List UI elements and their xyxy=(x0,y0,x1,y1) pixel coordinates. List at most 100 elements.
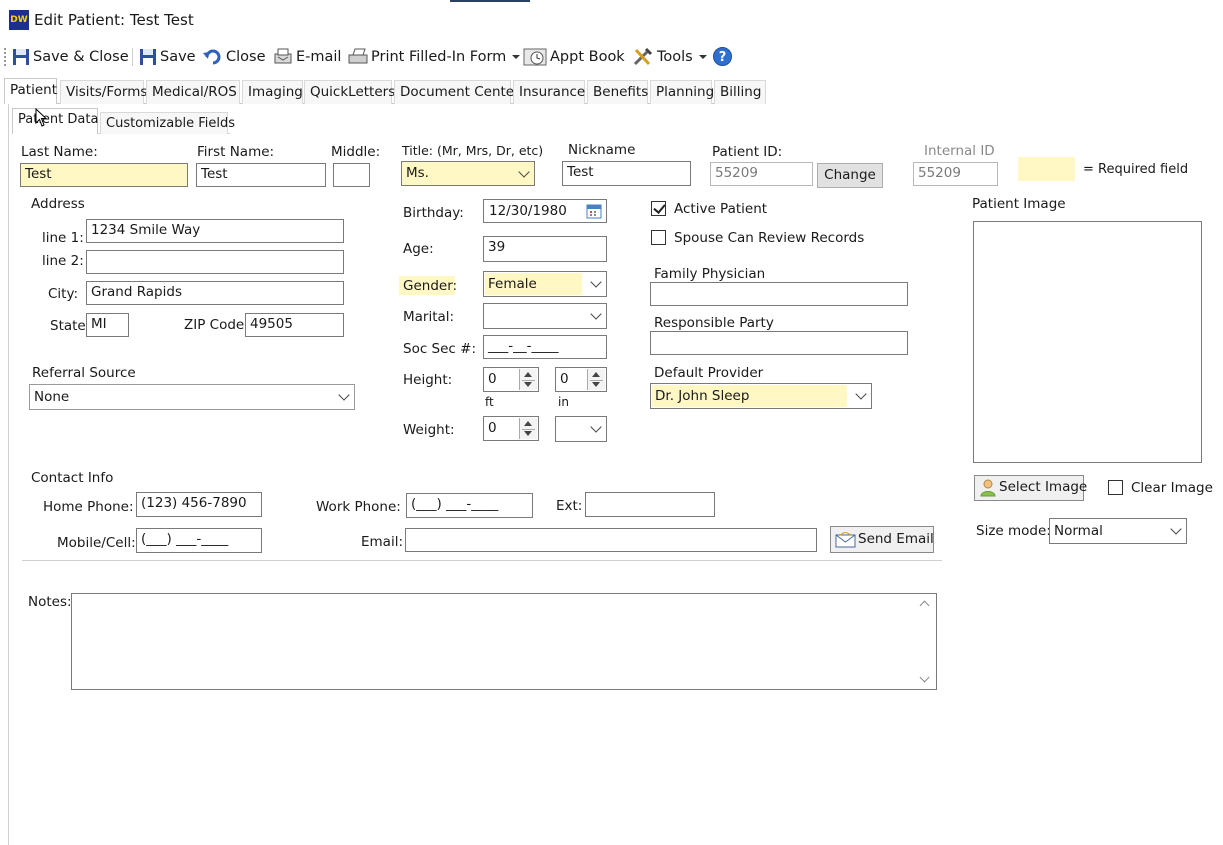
family-physician-label: Family Physician xyxy=(654,266,766,282)
close-button[interactable]: Close xyxy=(203,46,266,68)
gender-select-value: Female xyxy=(488,276,537,292)
height-in-stepper[interactable]: 0 xyxy=(555,367,607,392)
change-id-button[interactable]: Change xyxy=(817,163,883,188)
window-title: Edit Patient: Test Test xyxy=(34,11,194,29)
email-printer-icon xyxy=(274,48,292,64)
responsible-party-input[interactable] xyxy=(650,331,908,355)
referral-source-label: Referral Source xyxy=(32,365,136,381)
last-name-input[interactable]: Test xyxy=(20,163,188,187)
notes-scroll-up-icon[interactable] xyxy=(919,600,930,611)
select-image-button[interactable]: Select Image xyxy=(974,475,1088,501)
tab-quickletters[interactable]: QuickLetters xyxy=(304,80,395,104)
save-close-button[interactable]: Save & Close xyxy=(12,46,129,68)
notes-textarea[interactable] xyxy=(71,593,937,690)
title-bar: DW Edit Patient: Test Test xyxy=(0,0,1223,40)
weight-stepper[interactable]: 0 xyxy=(483,416,539,441)
calendar-icon[interactable] xyxy=(586,203,602,219)
first-name-input[interactable]: Test xyxy=(196,163,326,187)
tab-insurance[interactable]: Insurance xyxy=(513,80,585,104)
home-phone-input[interactable]: (123) 456-7890 xyxy=(136,492,262,517)
family-physician-input[interactable] xyxy=(650,282,908,306)
section-divider xyxy=(22,560,942,561)
spinner-arrows-icon[interactable] xyxy=(587,369,605,390)
notes-label: Notes: xyxy=(28,594,72,610)
tab-imaging[interactable]: Imaging xyxy=(242,80,303,104)
work-phone-input[interactable]: (___) ___-____ xyxy=(406,493,533,518)
height-in-value: 0 xyxy=(560,371,569,387)
select-image-label: Select Image xyxy=(999,479,1088,495)
patient-id-input: 55209 xyxy=(710,162,813,186)
email-button[interactable]: E-mail xyxy=(273,46,341,68)
chevron-down-icon xyxy=(1170,523,1182,535)
chevron-down-icon xyxy=(698,55,707,59)
active-patient-checkbox[interactable] xyxy=(651,201,666,216)
spouse-review-label: Spouse Can Review Records xyxy=(674,230,865,246)
tools-button[interactable]: Tools xyxy=(632,46,707,68)
mobile-input[interactable]: (___) ___-____ xyxy=(136,528,262,553)
tab-patient[interactable]: Patient xyxy=(4,78,57,104)
address-line2-input[interactable] xyxy=(86,250,344,274)
tab-medical-ros[interactable]: Medical/ROS xyxy=(146,80,240,104)
help-icon[interactable]: ? xyxy=(713,47,732,66)
spouse-review-checkbox[interactable] xyxy=(651,230,666,245)
birthday-input[interactable]: 12/30/1980 xyxy=(483,199,607,223)
city-input[interactable]: Grand Rapids xyxy=(86,281,344,305)
marital-select[interactable] xyxy=(483,303,607,329)
patient-image-box[interactable] xyxy=(973,221,1202,463)
tools-label: Tools xyxy=(657,49,693,65)
default-provider-select[interactable]: Dr. John Sleep xyxy=(650,383,872,409)
print-filled-form-button[interactable]: Print Filled-In Form xyxy=(348,46,521,68)
middle-name-label: Middle: xyxy=(331,144,381,160)
save-button[interactable]: Save xyxy=(139,46,196,68)
chevron-down-icon xyxy=(512,55,521,59)
tab-billing[interactable]: Billing xyxy=(714,80,766,104)
state-input[interactable]: MI xyxy=(86,313,129,337)
gender-select[interactable]: Female xyxy=(483,271,607,297)
responsible-party-label: Responsible Party xyxy=(654,315,774,331)
notes-scroll-down-icon[interactable] xyxy=(919,672,930,683)
nickname-input[interactable]: Test xyxy=(562,161,691,186)
referral-source-select[interactable]: None xyxy=(29,384,355,410)
tab-planning[interactable]: Planning xyxy=(650,80,714,104)
first-name-label: First Name: xyxy=(197,144,275,160)
email-input[interactable] xyxy=(405,528,817,552)
clear-image-label: Clear Image xyxy=(1131,480,1213,496)
address-line1-label: line 1: xyxy=(42,230,84,246)
birthday-value: 12/30/1980 xyxy=(489,203,567,219)
spinner-arrows-icon[interactable] xyxy=(519,418,537,439)
ext-input[interactable] xyxy=(585,492,715,517)
title-select[interactable]: Ms. xyxy=(401,161,535,186)
size-mode-select[interactable]: Normal xyxy=(1049,518,1187,544)
title-label: Title: (Mr, Mrs, Dr, etc) xyxy=(402,143,544,158)
tab-document-center[interactable]: Document Center xyxy=(394,80,520,104)
toolbar-grip xyxy=(4,48,6,66)
tab-visits-forms[interactable]: Visits/Forms xyxy=(60,80,147,104)
spinner-arrows-icon[interactable] xyxy=(519,369,537,390)
toolbar: Save & Close Save Close E-mail Print Fil… xyxy=(0,46,1223,70)
subtab-customizable-fields[interactable]: Customizable Fields xyxy=(100,112,235,134)
patient-image-label: Patient Image xyxy=(972,196,1066,212)
height-ft-stepper[interactable]: 0 xyxy=(483,367,539,392)
subtab-patient-data[interactable]: Patient Data xyxy=(12,108,98,134)
internal-id-input: 55209 xyxy=(913,162,998,186)
weight-value: 0 xyxy=(488,420,497,436)
age-label: Age: xyxy=(403,241,434,257)
appt-book-button[interactable]: Appt Book xyxy=(523,46,625,68)
send-email-button[interactable]: Send Email xyxy=(830,526,934,553)
weight-label: Weight: xyxy=(403,422,455,438)
ext-label: Ext: xyxy=(556,498,583,514)
middle-name-input[interactable] xyxy=(333,163,370,187)
height-ft-value: 0 xyxy=(488,371,497,387)
ssn-input[interactable]: ___-__-____ xyxy=(483,335,607,359)
age-input[interactable]: 39 xyxy=(483,236,607,262)
last-name-label: Last Name: xyxy=(21,144,98,160)
weight-unit-select[interactable] xyxy=(555,416,607,442)
address-line1-input[interactable]: 1234 Smile Way xyxy=(86,219,344,243)
mouse-cursor-icon xyxy=(35,107,48,131)
clear-image-checkbox[interactable] xyxy=(1108,480,1123,495)
zip-input[interactable]: 49505 xyxy=(245,313,344,337)
tools-icon xyxy=(633,47,653,66)
work-phone-label: Work Phone: xyxy=(316,499,401,515)
tab-benefits[interactable]: Benefits xyxy=(587,80,648,104)
chevron-down-icon xyxy=(518,165,530,178)
